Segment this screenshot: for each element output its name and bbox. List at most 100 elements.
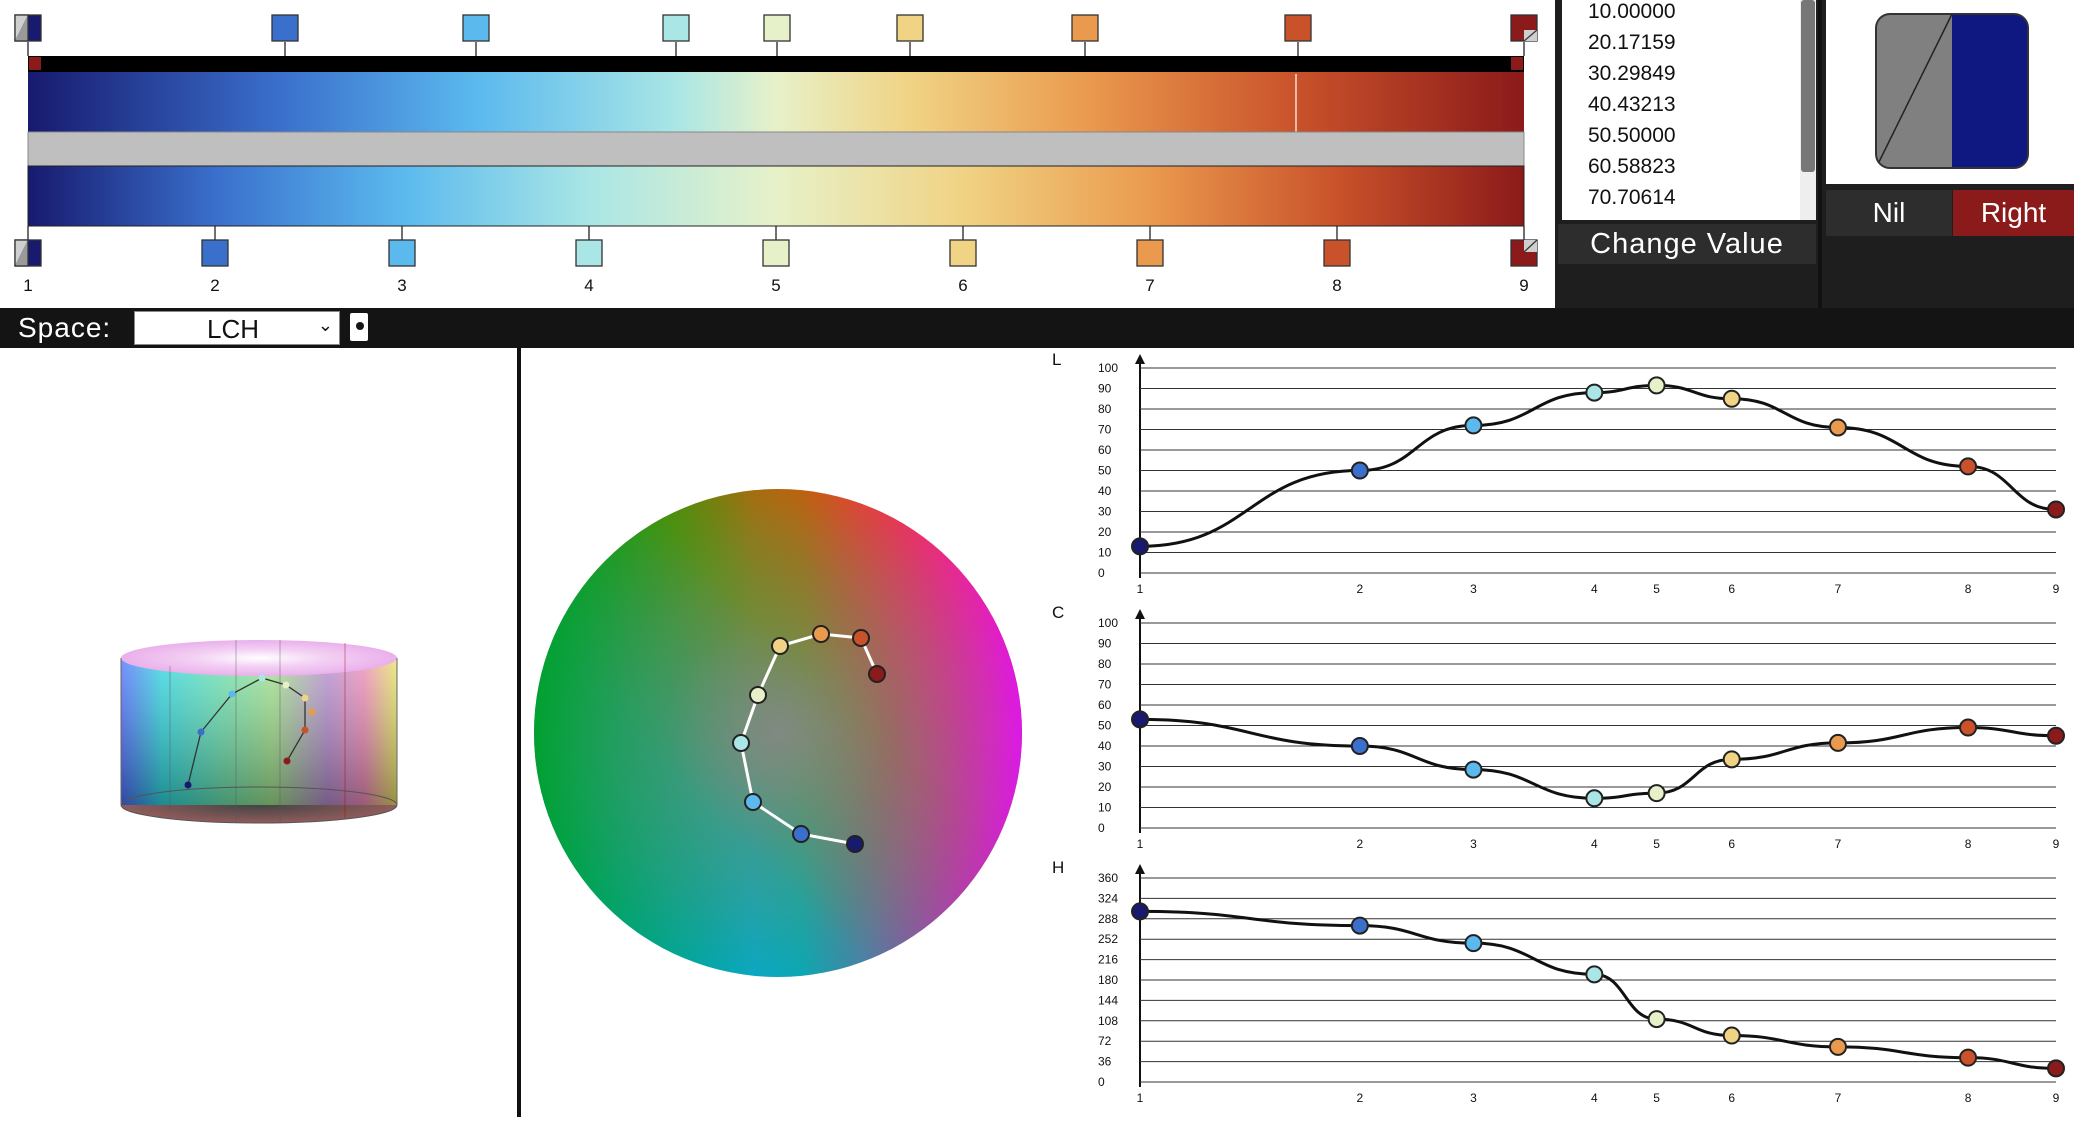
graph-point[interactable]	[1959, 457, 1978, 476]
x-tick-label: 6	[1728, 1091, 1735, 1105]
bottom-stop-marker[interactable]	[201, 239, 229, 267]
panel-divider	[1818, 0, 1822, 308]
graph-point[interactable]	[1131, 537, 1149, 556]
graph-point[interactable]	[1131, 902, 1149, 921]
graph-point[interactable]	[1828, 733, 1847, 752]
right-button[interactable]: Right	[1953, 190, 2074, 236]
y-tick-label: 80	[1098, 657, 1112, 671]
graph-point[interactable]	[1647, 376, 1666, 395]
bottom-stop-marker[interactable]	[388, 239, 416, 267]
graph-point[interactable]	[2047, 726, 2065, 745]
change-value-button[interactable]: Change Value	[1558, 224, 1816, 264]
graph-point[interactable]	[1585, 383, 1604, 402]
space-select[interactable]: LCH ⌄	[134, 311, 340, 345]
bottom-stop-marker[interactable]	[575, 239, 603, 267]
lch-channel-graphs[interactable]: 10090807060504030201001 2 3 4 5 6 7 8 9100908070…	[1098, 354, 2065, 1105]
y-tick-label: 36	[1098, 1055, 1112, 1069]
value-item[interactable]: 20.17159	[1588, 31, 1676, 55]
wheel-point[interactable]	[868, 665, 886, 683]
bottom-stop-marker[interactable]	[762, 239, 790, 267]
x-tick-label: 3	[1470, 1091, 1477, 1105]
top-stop-marker[interactable]	[662, 14, 690, 42]
value-item[interactable]: 50.50000	[1588, 124, 1676, 148]
bottom-stop-markers[interactable]: 1 2 3 4 5 6 7 8 9	[14, 226, 1538, 295]
top-stop-markers[interactable]	[14, 14, 1538, 56]
wheel-point[interactable]	[771, 637, 789, 655]
stop-number-label: 4	[584, 276, 593, 295]
left-end-marker[interactable]	[29, 57, 41, 70]
graph-point[interactable]	[1350, 737, 1369, 755]
graph-point[interactable]	[1585, 789, 1604, 808]
graph-point[interactable]	[1959, 718, 1978, 737]
x-tick-label: 4	[1591, 582, 1598, 596]
graph-point[interactable]	[1131, 710, 1149, 729]
graph-point[interactable]	[1647, 1010, 1666, 1029]
color-swatch[interactable]	[1826, 0, 2074, 184]
value-item[interactable]: 70.70614	[1588, 186, 1676, 210]
lch-cylinder-3d[interactable]	[120, 640, 398, 824]
x-tick-label: 8	[1965, 837, 1972, 851]
wheel-point[interactable]	[812, 625, 830, 643]
graph-point[interactable]	[1647, 784, 1666, 803]
value-item[interactable]: 10.00000	[1588, 0, 1676, 24]
chevron-down-icon: ⌄	[317, 315, 333, 335]
y-tick-label: 60	[1098, 443, 1112, 457]
ramp-top-gradient[interactable]	[28, 72, 1524, 132]
wheel-point[interactable]	[749, 686, 767, 704]
ramp-top-track	[28, 56, 1524, 72]
value-item[interactable]: 60.58823	[1588, 155, 1676, 179]
y-tick-label: 324	[1098, 891, 1118, 905]
wheel-point[interactable]	[852, 629, 870, 647]
graph-point[interactable]	[1722, 750, 1741, 769]
right-end-marker[interactable]	[1511, 57, 1523, 70]
top-stop-marker[interactable]	[271, 14, 299, 42]
swatch-right-color[interactable]	[1952, 14, 2028, 168]
graph-h[interactable]: 360324288252216180144108723601 2 3 4 5 6 7 8 9	[1098, 864, 2065, 1105]
graph-point[interactable]	[1959, 1048, 1978, 1067]
graph-point[interactable]	[1350, 916, 1369, 935]
value-item[interactable]: 40.43213	[1588, 93, 1676, 117]
graph-point[interactable]	[1464, 760, 1483, 779]
x-tick-label: 4	[1591, 1091, 1598, 1105]
x-tick-label: 8	[1965, 1091, 1972, 1105]
y-tick-label: 30	[1098, 505, 1112, 519]
graph-point[interactable]	[2047, 1059, 2065, 1078]
ramp-bottom-gradient[interactable]	[27, 165, 1525, 227]
graph-point[interactable]	[1722, 1026, 1741, 1045]
x-tick-label: 8	[1965, 582, 1972, 596]
top-stop-marker[interactable]	[896, 14, 924, 42]
graph-point[interactable]	[1464, 934, 1483, 953]
bottom-stop-marker[interactable]	[949, 239, 977, 267]
space-label: Space:	[18, 312, 112, 343]
top-stop-marker[interactable]	[1071, 14, 1099, 42]
visualization-area: 100 90 80 70 60 50 40 30 20 10 0 1 2 3 4 5 6 7 8 9 100 90 80 70…	[0, 348, 2074, 1117]
x-tick-label: 9	[2053, 582, 2060, 596]
hue-chroma-wheel[interactable]	[534, 489, 1022, 977]
value-item[interactable]: 30.29849	[1588, 62, 1676, 86]
y-tick-label: 70	[1098, 678, 1112, 692]
bottom-stop-marker[interactable]	[1136, 239, 1164, 267]
graph-point[interactable]	[1585, 965, 1604, 984]
x-tick-label: 2	[1356, 582, 1363, 596]
wheel-point[interactable]	[792, 825, 810, 843]
x-tick-label: 3	[1470, 582, 1477, 596]
graph-point[interactable]	[1828, 418, 1847, 437]
top-stop-marker[interactable]	[462, 14, 490, 42]
graph-point[interactable]	[1722, 389, 1741, 408]
wheel-point[interactable]	[744, 793, 762, 811]
graph-point[interactable]	[1828, 1037, 1847, 1056]
graph-point[interactable]	[1350, 461, 1369, 480]
values-scrollbar-thumb[interactable]	[1801, 0, 1815, 172]
nil-button[interactable]: Nil	[1826, 190, 1952, 236]
top-stop-marker[interactable]	[1284, 14, 1312, 42]
graph-c[interactable]: 10090807060504030201001 2 3 4 5 6 7 8 9	[1098, 609, 2065, 851]
graph-point[interactable]	[2047, 500, 2065, 519]
bottom-stop-marker[interactable]	[1323, 239, 1351, 267]
top-stop-marker[interactable]	[763, 14, 791, 42]
values-list[interactable]: 10.00000 20.17159 30.29849 40.43213 50.5…	[1562, 0, 1816, 220]
x-tick-label: 5	[1653, 837, 1660, 851]
wheel-point[interactable]	[732, 734, 750, 752]
graph-point[interactable]	[1464, 416, 1483, 435]
graph-l[interactable]: 10090807060504030201001 2 3 4 5 6 7 8 9	[1098, 354, 2065, 596]
wheel-point[interactable]	[846, 835, 864, 853]
